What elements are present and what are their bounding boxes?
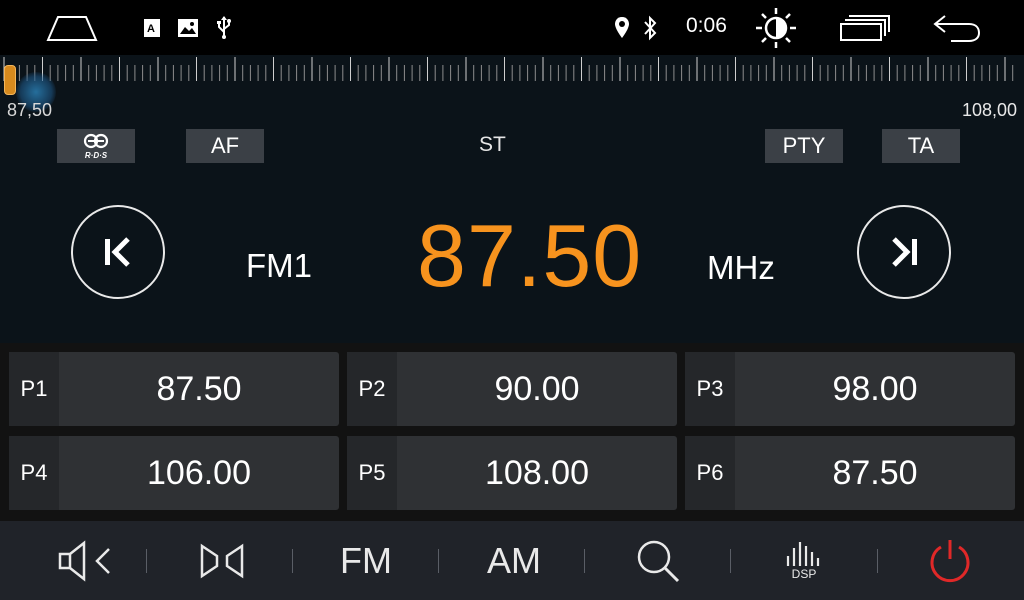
fm-band-button[interactable]: FM bbox=[322, 521, 410, 600]
skip-next-icon bbox=[892, 237, 917, 267]
separator bbox=[584, 549, 585, 573]
separator bbox=[730, 549, 731, 573]
search-button[interactable] bbox=[614, 521, 702, 600]
preset-number: P3 bbox=[685, 352, 735, 426]
dsp-label: DSP bbox=[791, 567, 817, 581]
preset-p2[interactable]: P2 90.00 bbox=[347, 352, 677, 426]
balance-button[interactable] bbox=[178, 521, 266, 600]
status-bar: A 0:06 bbox=[0, 0, 1024, 55]
tuner-panel: 87,50 108,00 R·D·S AF ST PTY TA FM1 87.5… bbox=[0, 55, 1024, 343]
equalizer-icon bbox=[786, 542, 820, 566]
back-icon[interactable] bbox=[928, 0, 984, 55]
gallery-icon bbox=[175, 0, 201, 55]
ta-button[interactable]: TA bbox=[882, 129, 960, 163]
separator bbox=[146, 549, 147, 573]
home-icon[interactable] bbox=[40, 0, 104, 55]
frequency-unit: MHz bbox=[707, 249, 775, 286]
preset-number: P1 bbox=[9, 352, 59, 426]
preset-p6[interactable]: P6 87.50 bbox=[685, 436, 1015, 510]
stereo-indicator: ST bbox=[479, 133, 506, 156]
preset-frequency: 87.50 bbox=[832, 453, 918, 492]
frequency-scale[interactable] bbox=[0, 55, 1024, 85]
preset-p1[interactable]: P1 87.50 bbox=[9, 352, 339, 426]
bluetooth-icon bbox=[638, 0, 662, 55]
preset-number: P4 bbox=[9, 436, 59, 510]
seek-back-button[interactable] bbox=[71, 205, 165, 299]
svg-text:A: A bbox=[147, 23, 155, 35]
preset-frequency: 87.50 bbox=[156, 369, 242, 408]
preset-frequency: 108.00 bbox=[485, 453, 589, 492]
preset-frequency: 98.00 bbox=[832, 369, 918, 408]
separator bbox=[438, 549, 439, 573]
pty-button[interactable]: PTY bbox=[765, 129, 843, 163]
font-app-icon: A bbox=[140, 0, 164, 55]
rds-icon: R·D·S bbox=[83, 133, 109, 160]
rds-label: R·D·S bbox=[85, 151, 108, 160]
power-icon bbox=[930, 539, 970, 582]
skip-previous-icon bbox=[105, 237, 130, 267]
usb-icon bbox=[212, 0, 236, 55]
dsp-button[interactable]: DSP bbox=[760, 521, 848, 600]
af-button[interactable]: AF bbox=[186, 129, 264, 163]
range-max-label: 108,00 bbox=[961, 100, 1017, 120]
preset-frequency: 106.00 bbox=[147, 453, 251, 492]
location-icon bbox=[610, 0, 634, 55]
power-button[interactable] bbox=[906, 521, 994, 600]
seek-forward-button[interactable] bbox=[857, 205, 951, 299]
mute-button[interactable] bbox=[40, 521, 132, 600]
preset-p5[interactable]: P5 108.00 bbox=[347, 436, 677, 510]
tuning-slider-handle[interactable] bbox=[4, 65, 16, 95]
clock: 0:06 bbox=[686, 14, 727, 37]
preset-number: P2 bbox=[347, 352, 397, 426]
preset-number: P5 bbox=[347, 436, 397, 510]
preset-frequency: 90.00 bbox=[494, 369, 580, 408]
bottom-toolbar: FM AM DSP bbox=[0, 521, 1024, 600]
am-band-button[interactable]: AM bbox=[468, 521, 560, 600]
preset-p4[interactable]: P4 106.00 bbox=[9, 436, 339, 510]
search-icon bbox=[637, 540, 680, 582]
speaker-mute-icon bbox=[58, 539, 110, 582]
bowtie-icon bbox=[200, 543, 244, 578]
band-label: FM1 bbox=[246, 247, 312, 284]
range-min-label: 87,50 bbox=[7, 100, 53, 120]
separator bbox=[877, 549, 878, 573]
recent-apps-icon[interactable] bbox=[834, 0, 894, 55]
preset-number: P6 bbox=[685, 436, 735, 510]
preset-grid: P1 87.50 P2 90.00 P3 98.00 P4 106.00 P5 … bbox=[0, 343, 1024, 521]
separator bbox=[292, 549, 293, 573]
rds-button[interactable]: R·D·S bbox=[57, 129, 135, 163]
brightness-icon[interactable] bbox=[752, 0, 800, 55]
preset-p3[interactable]: P3 98.00 bbox=[685, 352, 1015, 426]
frequency-display: 87.50 bbox=[417, 206, 643, 305]
